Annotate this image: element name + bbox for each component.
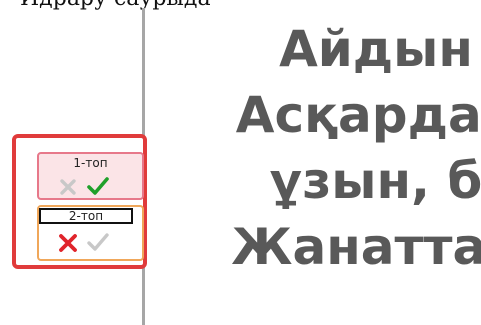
group-card-1[interactable]: 1-топ bbox=[37, 152, 144, 200]
check-icon[interactable] bbox=[87, 231, 109, 253]
cross-icon[interactable] bbox=[57, 176, 79, 198]
group-label-2-editing[interactable]: 2-топ bbox=[39, 208, 133, 224]
slide-line-3: ұзын, б bbox=[269, 152, 481, 210]
group-label-1: 1-топ bbox=[73, 156, 108, 170]
screen: Идрару саурыда Айдын Асқардан ұзын, б Жа… bbox=[0, 0, 481, 325]
group-card-2[interactable]: 2-топ bbox=[37, 205, 144, 261]
slide-line-4: Жанаттан bbox=[231, 218, 481, 276]
check-icon[interactable] bbox=[87, 175, 109, 197]
group-panel-highlight: 1-топ 2-топ bbox=[12, 134, 147, 269]
cross-icon[interactable] bbox=[57, 232, 79, 254]
slide-line-1: Айдын bbox=[279, 20, 473, 78]
slide-text: Айдын Асқардан ұзын, б Жанаттан bbox=[196, 16, 481, 280]
top-text-fragment: Идрару саурыда bbox=[20, 0, 211, 11]
slide-line-2: Асқардан bbox=[235, 86, 481, 144]
